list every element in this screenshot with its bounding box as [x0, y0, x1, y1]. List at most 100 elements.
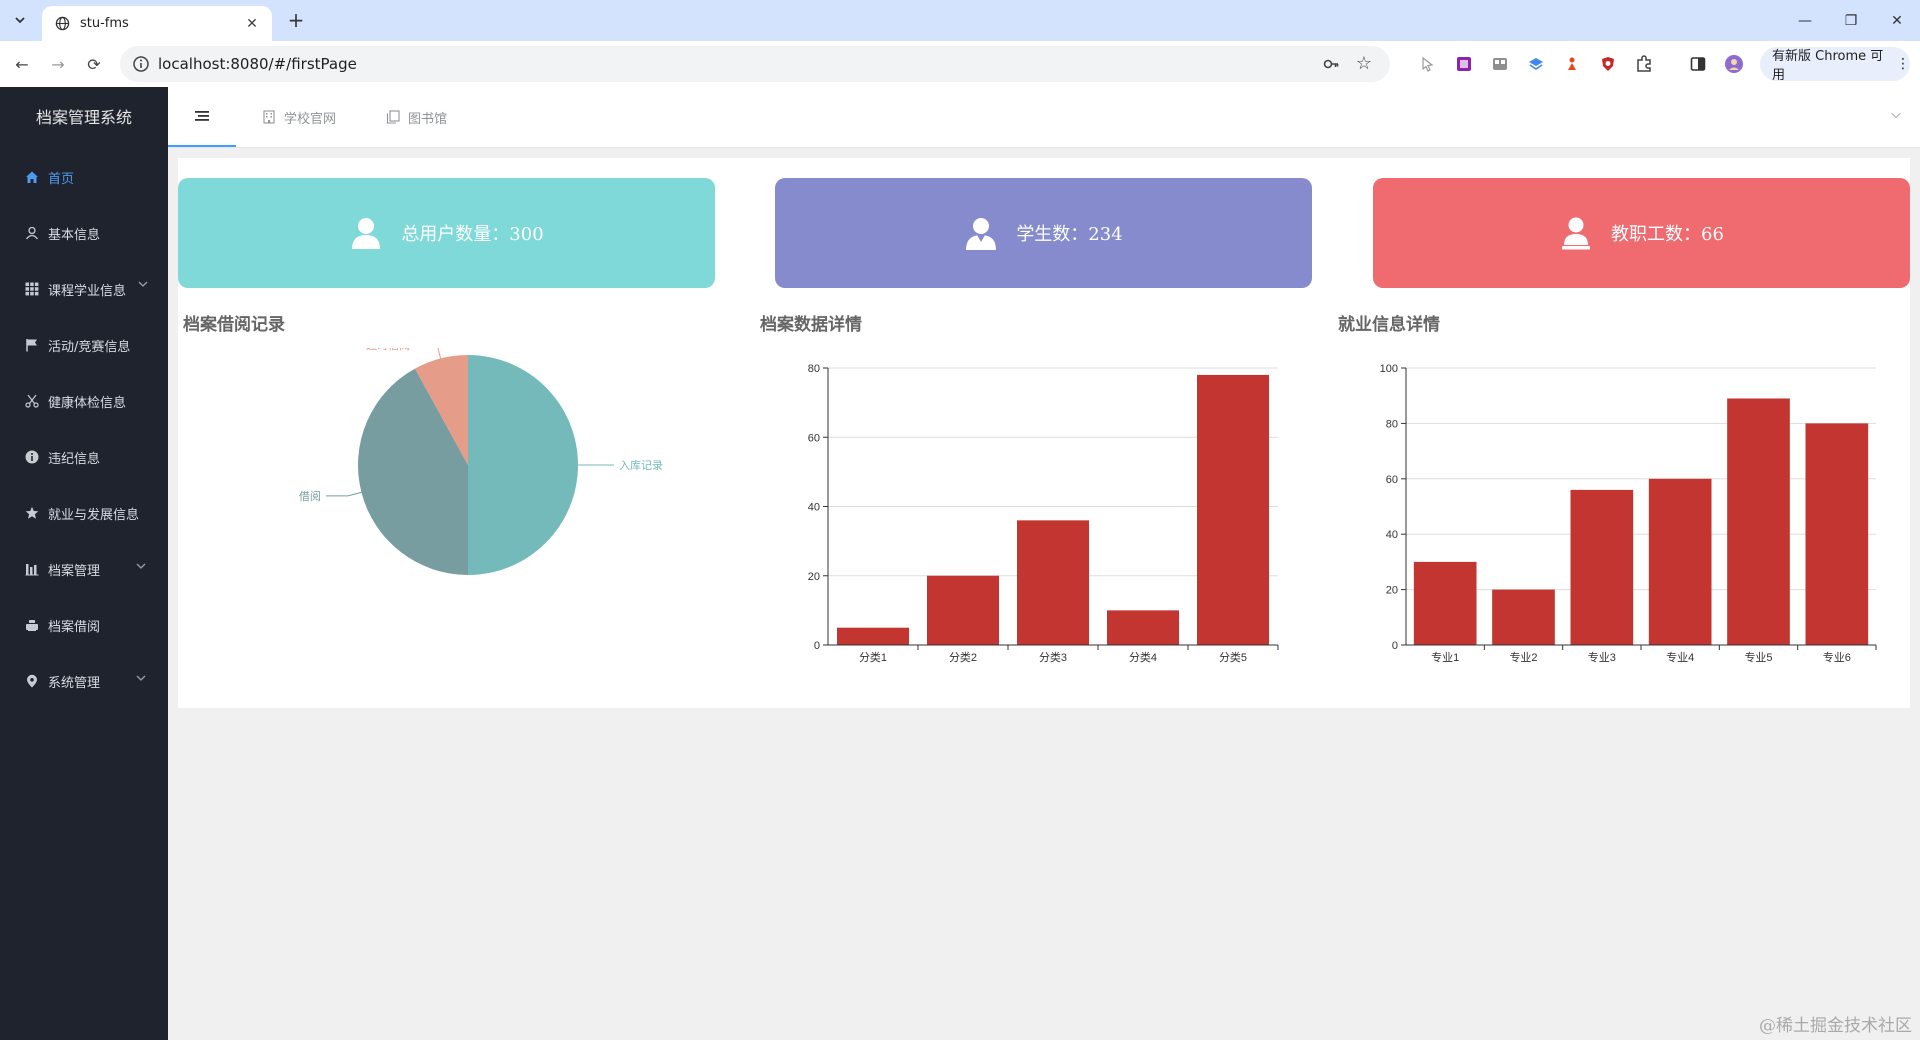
- watermark-text: @稀土掘金技术社区: [1759, 1016, 1912, 1036]
- purple-extension-icon[interactable]: [1454, 54, 1474, 74]
- y-tick-label: 80: [1386, 418, 1398, 430]
- profile-avatar-icon[interactable]: [1724, 54, 1744, 74]
- printer-icon: [24, 617, 40, 633]
- y-tick-label: 80: [808, 363, 820, 375]
- sidebar-item-label: 系统管理: [48, 675, 101, 691]
- sidebar-item-health-info[interactable]: 健康体检信息: [0, 373, 168, 429]
- chrome-update-button[interactable]: 有新版 Chrome 可用 ⋮: [1760, 47, 1910, 83]
- puzzle-extensions-icon[interactable]: [1634, 54, 1654, 74]
- pie-label: 借阅: [299, 490, 321, 503]
- nav-link-label: 图书馆: [408, 111, 448, 127]
- figure-extension-icon[interactable]: [1562, 54, 1582, 74]
- user-avatar-icon: [352, 218, 381, 249]
- sidebar-item-basic-info[interactable]: 基本信息: [0, 205, 168, 261]
- sidebar-item-label: 首页: [48, 171, 75, 187]
- bar: [1107, 610, 1179, 645]
- sidebar-item-label: 活动/竞赛信息: [48, 339, 131, 355]
- sidebar-item-label: 档案管理: [48, 563, 101, 579]
- reload-icon[interactable]: ⟳: [82, 52, 106, 76]
- pie-chart-title: 档案借阅记录: [183, 315, 285, 335]
- close-window-icon[interactable]: ✕: [1874, 0, 1920, 41]
- chevron-down-icon[interactable]: [1890, 109, 1902, 121]
- gallery-extension-icon[interactable]: [1490, 54, 1510, 74]
- sidebar-item-archive-management[interactable]: 档案管理: [0, 541, 168, 597]
- home-icon: [24, 169, 40, 185]
- bar: [837, 627, 909, 645]
- employment-bar-chart: 0 20 40 60 80 100 专业1 专业2 专业3 专业4 专业5 专业6: [1380, 363, 1877, 664]
- menu-icon: [195, 111, 209, 121]
- bar: [1413, 561, 1477, 645]
- flag-icon: [24, 337, 40, 353]
- borrow-records-pie-chart: 入库记录借阅 超时借阅: [299, 348, 663, 575]
- top-navbar: 学校官网 图书馆: [168, 87, 1920, 148]
- stat-label: 教职工数：66: [1611, 224, 1724, 245]
- minimize-icon[interactable]: —: [1782, 0, 1828, 41]
- nav-link-school-site[interactable]: 学校官网: [262, 87, 336, 147]
- user-icon: [24, 225, 40, 241]
- shield-extension-icon[interactable]: [1598, 54, 1618, 74]
- location-pin-icon: [24, 673, 40, 689]
- close-tab-icon[interactable]: ✕: [242, 14, 262, 34]
- stat-label: 总用户数量：300: [401, 224, 544, 245]
- nav-link-library[interactable]: 图书馆: [386, 87, 447, 147]
- document-copy-icon: [386, 110, 400, 124]
- side-panel-icon[interactable]: [1688, 54, 1708, 74]
- new-tab-button[interactable]: +: [284, 9, 308, 33]
- sidebar-item-label: 基本信息: [48, 227, 101, 243]
- bar: [1727, 398, 1790, 645]
- bar: [1492, 589, 1555, 645]
- sidebar-item-archive-borrow[interactable]: 档案借阅: [0, 597, 168, 653]
- address-bar[interactable]: localhost:8080/#/firstPage ☆: [120, 46, 1390, 82]
- x-tick-label: 分类4: [1129, 650, 1157, 664]
- browser-tab[interactable]: stu-fms ✕: [42, 6, 272, 41]
- tab-search-button[interactable]: [7, 7, 33, 33]
- restore-icon[interactable]: ❐: [1828, 0, 1874, 41]
- nav-link-label: 学校官网: [284, 111, 337, 127]
- collapse-menu-button[interactable]: [168, 87, 236, 147]
- bar: [1017, 520, 1089, 645]
- y-tick-label: 60: [808, 432, 820, 444]
- bar-chart-icon: [24, 561, 40, 577]
- url-text[interactable]: localhost:8080/#/firstPage: [158, 55, 357, 73]
- site-info-icon[interactable]: [132, 55, 150, 73]
- forward-arrow-icon[interactable]: →: [46, 52, 70, 76]
- bar: [1805, 423, 1869, 645]
- x-tick-label: 专业3: [1588, 650, 1616, 664]
- pie-slice: [468, 355, 578, 575]
- chevron-down-icon: [15, 17, 25, 24]
- x-tick-label: 专业5: [1744, 650, 1772, 664]
- bar: [927, 575, 999, 645]
- sidebar-item-system-management[interactable]: 系统管理: [0, 653, 168, 709]
- more-vert-icon[interactable]: ⋮: [1896, 56, 1910, 72]
- sidebar-item-label: 违纪信息: [48, 451, 101, 467]
- y-tick-label: 0: [814, 640, 820, 652]
- globe-icon: [54, 16, 70, 32]
- archive-data-bar-chart: 0 20 40 60 80 分类1 分类2 分类3 分类4 分类5: [808, 363, 1279, 664]
- pie-label: 入库记录: [619, 459, 663, 472]
- back-arrow-icon[interactable]: ←: [10, 52, 34, 76]
- sidebar-item-activity-info[interactable]: 活动/竞赛信息: [0, 317, 168, 373]
- grid-icon: [24, 281, 40, 297]
- x-tick-label: 专业4: [1666, 650, 1694, 664]
- cursor-extension-icon[interactable]: [1418, 54, 1438, 74]
- tab-title: stu-fms: [80, 16, 129, 31]
- sidebar-item-course-info[interactable]: 课程学业信息: [0, 261, 168, 317]
- y-tick-label: 0: [1392, 640, 1398, 652]
- sidebar-item-employment-info[interactable]: 就业与发展信息: [0, 485, 168, 541]
- window-controls: — ❐ ✕: [1782, 0, 1920, 41]
- scissors-icon: [24, 393, 40, 409]
- pie-label-line: [437, 348, 442, 359]
- x-tick-label: 分类5: [1219, 650, 1247, 664]
- sidebar-item-label: 健康体检信息: [48, 395, 127, 411]
- key-icon[interactable]: [1322, 55, 1340, 73]
- bookmark-star-icon[interactable]: ☆: [1356, 53, 1372, 74]
- browser-toolbar: ← → ⟳ localhost:8080/#/firstPage ☆ 有新版 C…: [0, 41, 1920, 88]
- sidebar-item-discipline-info[interactable]: 违纪信息: [0, 429, 168, 485]
- x-tick-label: 专业1: [1431, 650, 1459, 664]
- star-icon: [24, 505, 40, 521]
- sidebar-item-label: 档案借阅: [48, 619, 101, 635]
- layers-extension-icon[interactable]: [1526, 54, 1546, 74]
- chevron-down-icon: [136, 675, 146, 681]
- sidebar-item-home[interactable]: 首页: [0, 149, 168, 205]
- bar: [1570, 489, 1634, 645]
